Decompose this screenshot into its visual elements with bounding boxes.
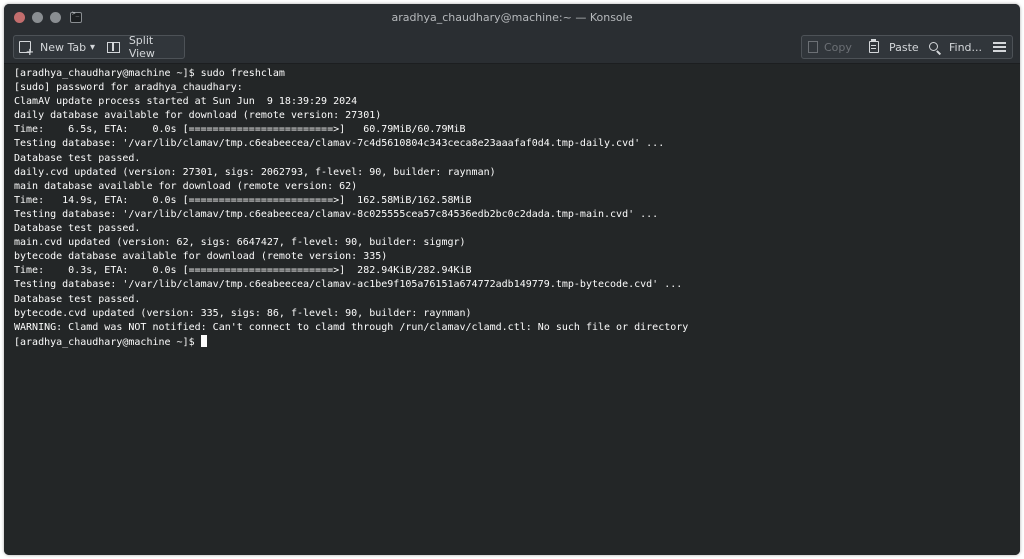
terminal-line: Time: 0.3s, ETA: 0.0s [=================… (14, 265, 472, 277)
terminal-line: WARNING: Clamd was NOT notified: Can't c… (14, 321, 689, 333)
terminal-line: Testing database: '/var/lib/clamav/tmp.c… (14, 138, 665, 150)
new-tab-icon (19, 41, 34, 58)
terminal-line: Testing database: '/var/lib/clamav/tmp.c… (14, 279, 683, 291)
title-bar[interactable]: aradhya_chaudhary@machine:~ — Konsole (4, 4, 1020, 32)
terminal-output[interactable]: [aradhya_chaudhary@machine ~]$ sudo fres… (4, 64, 1020, 555)
konsole-window: aradhya_chaudhary@machine:~ — Konsole Ne… (4, 4, 1020, 555)
new-tab-dropdown-button[interactable]: ▾ (90, 36, 95, 58)
terminal-line: Database test passed. (14, 152, 141, 164)
split-view-icon (107, 41, 120, 53)
find-label: Find... (949, 40, 983, 54)
find-button[interactable]: Find... (929, 36, 983, 58)
edit-controls-group: Copy Paste Find... (801, 35, 1013, 59)
terminal-line: daily.cvd updated (version: 27301, sigs:… (14, 166, 496, 178)
terminal-line: ClamAV update process started at Sun Jun… (14, 96, 358, 108)
split-view-button[interactable]: Split View (107, 34, 182, 60)
new-tab-label: New Tab (40, 40, 87, 54)
terminal-line: Database test passed. (14, 293, 141, 305)
terminal-line: daily database available for download (r… (14, 110, 382, 122)
paste-button[interactable]: Paste (869, 36, 923, 58)
terminal-line: [sudo] password for aradhya_chaudhary: (14, 82, 243, 94)
terminal-line: [aradhya_chaudhary@machine ~]$ sudo fres… (14, 68, 285, 79)
terminal-line: main.cvd updated (version: 62, sigs: 664… (14, 237, 466, 249)
chevron-down-icon: ▾ (90, 41, 96, 53)
hamburger-menu-icon (992, 46, 1006, 48)
terminal-prompt-line[interactable]: [aradhya_chaudhary@machine ~]$ (14, 334, 1020, 349)
copy-icon (808, 41, 818, 53)
tab-controls-group: New Tab ▾ Split View (13, 34, 185, 60)
terminal-prompt: [aradhya_chaudhary@machine ~]$ (14, 336, 201, 348)
terminal-line: Time: 14.9s, ETA: 0.0s [================… (14, 194, 472, 206)
copy-label: Copy (824, 40, 852, 54)
terminal-line: main database available for download (re… (14, 180, 358, 192)
terminal-line: bytecode.cvd updated (version: 335, sigs… (14, 307, 472, 319)
toolbar: New Tab ▾ Split View Copy Paste Find... (4, 32, 1020, 64)
terminal-line: Testing database: '/var/lib/clamav/tmp.c… (14, 208, 659, 220)
text-cursor (200, 334, 207, 347)
copy-button[interactable]: Copy (808, 36, 858, 58)
terminal-line: bytecode database available for download… (14, 251, 388, 263)
split-view-label: Split View (128, 34, 155, 60)
search-icon (929, 41, 938, 51)
terminal-line: Database test passed. (14, 223, 141, 235)
terminal-line: Time: 6.5s, ETA: 0.0s [=================… (14, 124, 466, 136)
main-menu-button[interactable] (991, 36, 1007, 58)
paste-label: Paste (889, 40, 919, 54)
window-title: aradhya_chaudhary@machine:~ — Konsole (391, 11, 633, 24)
new-tab-button[interactable]: New Tab (19, 36, 99, 58)
paste-icon (869, 39, 879, 53)
